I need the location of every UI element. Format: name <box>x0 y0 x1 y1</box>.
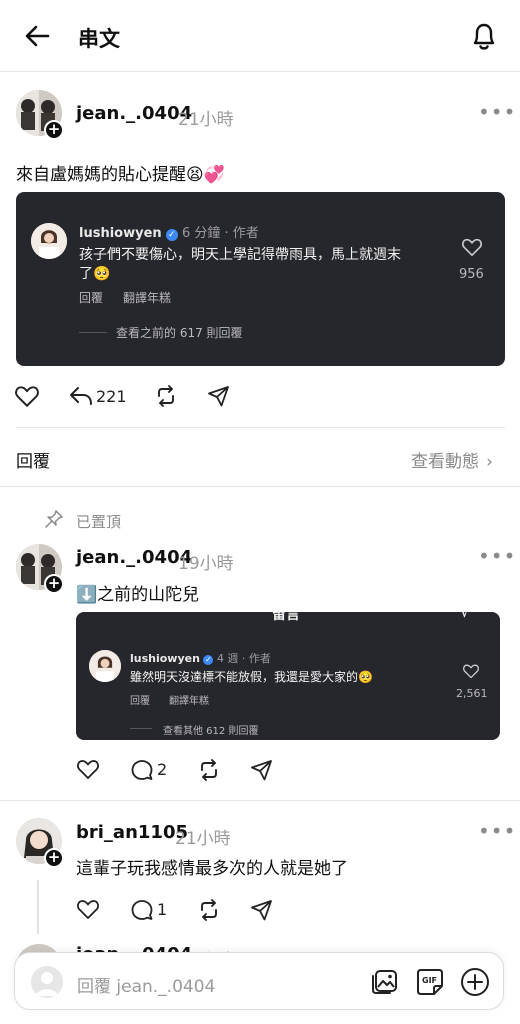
like-button[interactable] <box>14 384 40 408</box>
like-button[interactable] <box>76 758 100 780</box>
comment-count: 1 <box>157 900 168 919</box>
embedded-text: 雖然明天沒達標不能放假，我還是愛大家的🥺 <box>130 670 373 684</box>
embedded-reply-link: 回覆 <box>79 291 104 305</box>
embedded-translate-link: 翻譯年糕 <box>123 291 172 305</box>
pinned-label: 已置頂 <box>76 513 122 531</box>
more-options-button[interactable]: ••• <box>478 819 516 843</box>
verified-badge-icon: ✓ <box>203 655 214 665</box>
heart-icon <box>77 900 99 919</box>
post-time: 21小時 <box>178 110 234 130</box>
image-icon <box>372 970 397 994</box>
divider <box>0 800 520 801</box>
reply-text: ⬇️之前的山陀兒 <box>76 585 200 605</box>
post-text: 來自盧媽媽的貼心提醒😫💞 <box>16 165 225 185</box>
gif-icon: GIF <box>417 969 443 995</box>
embedded-text-line1: 孩子們不要傷心，明天上學記得帶雨具，馬上就週末 <box>79 247 401 263</box>
repost-icon <box>158 385 174 407</box>
repost-icon <box>201 899 217 921</box>
page-title: 串文 <box>78 27 120 51</box>
repost-button[interactable] <box>197 898 221 922</box>
reply-input[interactable]: 回覆 jean._.0404 <box>77 972 215 997</box>
more-options-button[interactable]: ••• <box>478 100 516 124</box>
reply-username[interactable]: jean._.0404 <box>76 547 192 568</box>
heart-icon <box>77 760 99 779</box>
comment-icon <box>131 900 153 920</box>
reply-composer[interactable]: 回覆 jean._.0404 GIF <box>14 952 504 1010</box>
heart-icon <box>15 386 39 407</box>
share-button[interactable] <box>250 758 274 782</box>
like-button[interactable] <box>76 898 100 920</box>
embedded-text-line2: 了🥺 <box>79 266 111 282</box>
repost-button[interactable] <box>154 384 178 408</box>
replies-label: 回覆 <box>16 452 50 472</box>
comment-button[interactable] <box>130 758 154 782</box>
chevron-right-icon: › <box>486 452 493 472</box>
plus-circle-icon <box>461 968 489 996</box>
send-icon <box>208 386 229 407</box>
embedded-meta: 6 分鐘 · 作者 <box>181 226 259 241</box>
divider <box>79 332 107 333</box>
divider <box>16 427 505 428</box>
follow-badge[interactable]: + <box>44 848 64 868</box>
comment-button[interactable] <box>130 898 154 922</box>
view-activity-link[interactable]: 查看動態 › <box>411 447 493 472</box>
embedded-avatar <box>89 650 121 682</box>
image-button[interactable] <box>369 967 399 997</box>
embedded-view-more: 查看之前的 617 則回覆 <box>116 326 243 340</box>
embedded-view-more: 查看其他 612 則回覆 <box>163 726 259 737</box>
embedded-like-count: 2,561 <box>456 687 488 700</box>
post-username[interactable]: jean._.0404 <box>76 103 192 124</box>
reply-time: 19小時 <box>178 554 234 574</box>
reply-time: 21小時 <box>175 829 231 849</box>
reply-button[interactable] <box>68 385 94 407</box>
divider <box>130 728 152 729</box>
add-attachment-button[interactable] <box>459 966 491 998</box>
svg-text:GIF: GIF <box>422 976 437 985</box>
embedded-comment-card[interactable]: lushiowyen ✓ 6 分鐘 · 作者 孩子們不要傷心，明天上學記得帶雨具… <box>16 192 505 366</box>
reply-text: 這輩子玩我感情最多次的人就是她了 <box>76 859 348 879</box>
repost-count: 221 <box>96 387 127 406</box>
embedded-username: lushiowyen <box>130 652 200 665</box>
comment-count: 2 <box>157 760 168 779</box>
pin-icon <box>45 510 63 528</box>
heart-icon <box>462 238 482 256</box>
header-divider <box>0 71 520 72</box>
bell-icon <box>473 23 495 50</box>
reply-icon <box>70 387 92 405</box>
more-options-button[interactable]: ••• <box>478 544 516 568</box>
embedded-translate-link: 翻譯年糕 <box>169 696 209 707</box>
heart-icon <box>463 664 479 679</box>
share-button[interactable] <box>250 898 274 922</box>
embedded-comment-card[interactable]: 留言 √ lushiowyen ✓ 4 週 · 作者 雖然明天沒達標不能放假，我… <box>76 612 500 740</box>
embedded-avatar <box>31 223 67 259</box>
view-activity-label: 查看動態 <box>411 452 479 472</box>
embedded-like-count: 956 <box>459 267 484 282</box>
embedded-top-cut-icon: √ <box>460 612 470 621</box>
thread-line <box>37 880 39 934</box>
reply-username[interactable]: bri_an1105 <box>76 822 188 843</box>
repost-button[interactable] <box>197 758 221 782</box>
embedded-username: lushiowyen <box>79 226 162 241</box>
follow-badge[interactable]: + <box>44 120 64 140</box>
verified-badge-icon: ✓ <box>165 229 178 241</box>
send-icon <box>251 760 272 781</box>
share-button[interactable] <box>207 384 231 408</box>
divider <box>0 486 520 487</box>
repost-icon <box>201 759 217 781</box>
notifications-button[interactable] <box>468 19 500 53</box>
composer-avatar <box>31 966 63 998</box>
embedded-reply-link: 回覆 <box>130 696 150 707</box>
send-icon <box>251 900 272 921</box>
comment-icon <box>131 760 153 780</box>
follow-badge[interactable]: + <box>44 574 64 594</box>
gif-button[interactable]: GIF <box>415 967 445 997</box>
embedded-meta: 4 週 · 作者 <box>216 652 271 665</box>
back-button[interactable] <box>22 22 54 50</box>
arrow-left-icon <box>25 25 50 47</box>
embedded-top-cut: 留言 <box>272 612 300 623</box>
